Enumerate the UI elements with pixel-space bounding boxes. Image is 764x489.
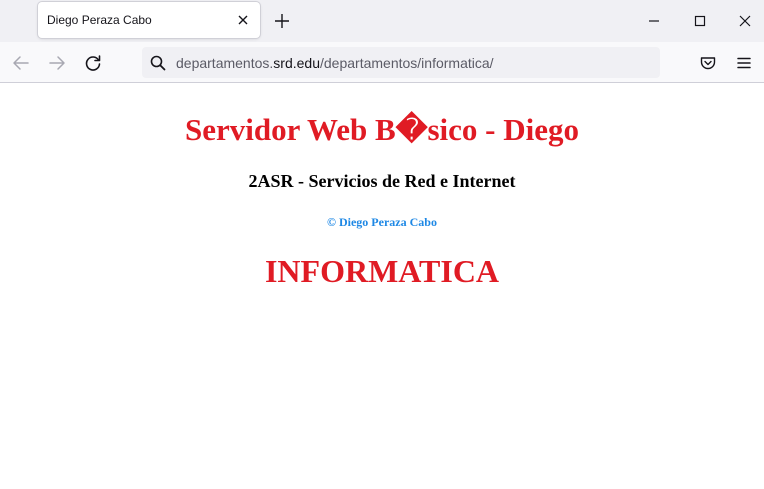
- page-content: Servidor Web B�sico - Diego 2ASR - Servi…: [0, 84, 764, 489]
- hamburger-menu-icon[interactable]: [733, 52, 755, 74]
- tab-active[interactable]: Diego Peraza Cabo: [38, 2, 260, 38]
- back-arrow-icon[interactable]: [10, 52, 32, 74]
- url-prefix: departamentos.: [176, 55, 274, 71]
- url-bar[interactable]: departamentos.srd.edu/departamentos/info…: [142, 47, 660, 78]
- department-title: INFORMATICA: [264, 253, 500, 289]
- url-path: /departamentos/informatica/: [320, 55, 494, 71]
- url-text[interactable]: departamentos.srd.edu/departamentos/info…: [176, 55, 494, 71]
- page-heading: Servidor Web B�sico - Diego: [184, 112, 580, 147]
- url-host: srd.edu: [273, 55, 320, 71]
- copyright-text: © Diego Peraza Cabo: [327, 215, 437, 229]
- navigation-toolbar: departamentos.srd.edu/departamentos/info…: [0, 42, 764, 83]
- maximize-icon[interactable]: [689, 10, 711, 32]
- new-tab-plus-icon[interactable]: [272, 11, 292, 31]
- pocket-icon[interactable]: [697, 52, 719, 74]
- forward-arrow-icon[interactable]: [46, 52, 68, 74]
- search-icon: [149, 54, 167, 72]
- page-subheading: 2ASR - Servicios de Red e Internet: [248, 171, 516, 191]
- tab-close-icon[interactable]: [234, 11, 252, 29]
- tab-bar: Diego Peraza Cabo: [0, 0, 764, 42]
- close-window-icon[interactable]: [734, 10, 756, 32]
- tab-title: Diego Peraza Cabo: [47, 13, 152, 27]
- reload-icon[interactable]: [82, 52, 104, 74]
- minimize-icon[interactable]: [643, 10, 665, 32]
